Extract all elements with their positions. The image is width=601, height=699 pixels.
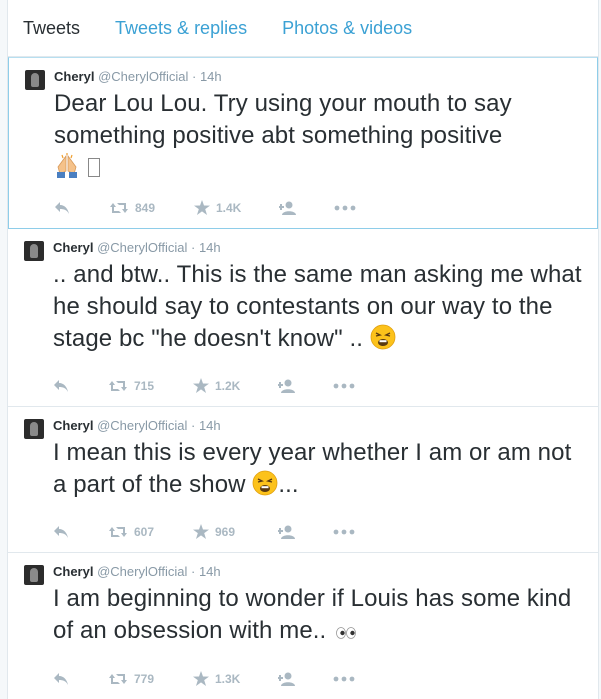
tweet-text: I mean this is every year whether I am o… <box>53 437 586 505</box>
star-icon <box>194 200 210 215</box>
tweet-actions: 715 1.2K <box>53 378 363 393</box>
separator: · <box>190 418 196 433</box>
follow-button[interactable] <box>278 525 333 539</box>
favorite-count: 1.3K <box>215 671 241 686</box>
follow-icon <box>278 379 295 393</box>
timestamp[interactable]: 14h <box>200 69 222 84</box>
favorite-count: 969 <box>215 524 236 539</box>
reply-icon <box>54 525 68 538</box>
favorite-button[interactable]: 969 <box>193 524 278 539</box>
author-handle[interactable]: @CherylOfficial <box>97 418 187 433</box>
weary-face-icon <box>252 470 278 505</box>
author-name[interactable]: Cheryl <box>53 564 93 579</box>
reply-icon <box>55 201 69 214</box>
tweet-header: Cheryl @CherylOfficial · 14h <box>53 239 586 257</box>
tweet-text: .. and btw.. This is the same man asking… <box>53 259 586 359</box>
avatar[interactable] <box>24 241 44 261</box>
tweet-header: Cheryl @CherylOfficial · 14h <box>53 417 586 435</box>
more-icon <box>333 383 355 388</box>
tweet-header: Cheryl @CherylOfficial · 14h <box>53 563 586 581</box>
retweet-count: 715 <box>134 378 155 393</box>
favorite-button[interactable]: 1.4K <box>194 200 279 215</box>
retweet-button[interactable]: 715 <box>108 379 193 393</box>
reply-button[interactable] <box>53 525 108 539</box>
retweet-count: 849 <box>135 200 156 215</box>
tweet-body: .. and btw.. This is the same man asking… <box>53 261 582 352</box>
separator: · <box>190 240 196 255</box>
author-name[interactable]: Cheryl <box>53 240 93 255</box>
author-handle[interactable]: @CherylOfficial <box>97 564 187 579</box>
tweet-header: Cheryl @CherylOfficial · 14h <box>54 68 585 86</box>
tweet-text: I am beginning to wonder if Louis has so… <box>53 583 586 651</box>
star-icon <box>193 671 209 686</box>
tweet-actions: 607 969 <box>53 524 363 539</box>
retweet-button[interactable]: 607 <box>108 525 193 539</box>
follow-icon <box>278 525 295 539</box>
separator: · <box>190 564 196 579</box>
follow-button[interactable] <box>278 379 333 393</box>
follow-button[interactable] <box>278 672 333 686</box>
tweet-body-suffix: ... <box>278 471 299 498</box>
author-name[interactable]: Cheryl <box>54 69 94 84</box>
follow-icon <box>278 672 295 686</box>
tweet-text: Dear Lou Lou. Try using your mouth to sa… <box>54 88 585 188</box>
reply-button[interactable] <box>53 379 108 393</box>
author-handle[interactable]: @CherylOfficial <box>98 69 188 84</box>
follow-icon <box>279 201 296 215</box>
more-icon <box>334 205 356 210</box>
tab-tweets[interactable]: Tweets <box>23 18 80 39</box>
author-handle[interactable]: @CherylOfficial <box>97 240 187 255</box>
tweet[interactable]: Cheryl @CherylOfficial · 14h I mean this… <box>8 407 598 553</box>
praying-hands-icon <box>54 153 80 188</box>
profile-timeline: Tweets Tweets & replies Photos & videos … <box>7 0 599 699</box>
missing-glyph-box <box>87 155 101 188</box>
more-button[interactable] <box>333 529 363 535</box>
tweet[interactable]: Cheryl @CherylOfficial · 14h I am beginn… <box>8 553 598 699</box>
more-icon <box>333 529 355 534</box>
tweet[interactable]: Cheryl @CherylOfficial · 14h Dear Lou Lo… <box>8 57 598 229</box>
weary-face-icon <box>370 324 396 359</box>
star-icon <box>193 524 209 539</box>
tweet-actions: 849 1.4K <box>54 200 364 215</box>
tweet-body: I mean this is every year whether I am o… <box>53 439 572 498</box>
eyes-icon <box>333 619 359 651</box>
separator: · <box>191 69 197 84</box>
retweet-count: 607 <box>134 524 155 539</box>
tab-tweets-and-replies[interactable]: Tweets & replies <box>115 18 247 39</box>
retweet-icon <box>109 673 127 684</box>
retweet-count: 779 <box>134 671 155 686</box>
timeline-tabs: Tweets Tweets & replies Photos & videos <box>8 0 598 57</box>
timestamp[interactable]: 14h <box>199 418 221 433</box>
star-icon <box>193 378 209 393</box>
reply-button[interactable] <box>53 672 108 686</box>
favorite-button[interactable]: 1.3K <box>193 671 278 686</box>
favorite-button[interactable]: 1.2K <box>193 378 278 393</box>
reply-icon <box>54 672 68 685</box>
avatar[interactable] <box>24 419 44 439</box>
follow-button[interactable] <box>279 201 334 215</box>
retweet-icon <box>110 202 128 213</box>
more-icon <box>333 676 355 681</box>
reply-button[interactable] <box>54 201 109 215</box>
favorite-count: 1.2K <box>215 378 241 393</box>
tweet[interactable]: Cheryl @CherylOfficial · 14h .. and btw.… <box>8 229 598 407</box>
reply-icon <box>54 379 68 392</box>
timestamp[interactable]: 14h <box>199 564 221 579</box>
more-button[interactable] <box>334 205 364 211</box>
favorite-count: 1.4K <box>216 200 242 215</box>
retweet-icon <box>109 380 127 391</box>
avatar[interactable] <box>24 565 44 585</box>
tweet-body: I am beginning to wonder if Louis has so… <box>53 585 572 644</box>
retweet-button[interactable]: 849 <box>109 201 194 215</box>
author-name[interactable]: Cheryl <box>53 418 93 433</box>
timestamp[interactable]: 14h <box>199 240 221 255</box>
retweet-button[interactable]: 779 <box>108 672 193 686</box>
retweet-icon <box>109 526 127 537</box>
avatar[interactable] <box>25 70 45 90</box>
tab-photos-and-videos[interactable]: Photos & videos <box>282 18 412 39</box>
tweet-actions: 779 1.3K <box>53 671 363 686</box>
more-button[interactable] <box>333 676 363 682</box>
tweet-body: Dear Lou Lou. Try using your mouth to sa… <box>54 90 512 149</box>
more-button[interactable] <box>333 383 363 389</box>
